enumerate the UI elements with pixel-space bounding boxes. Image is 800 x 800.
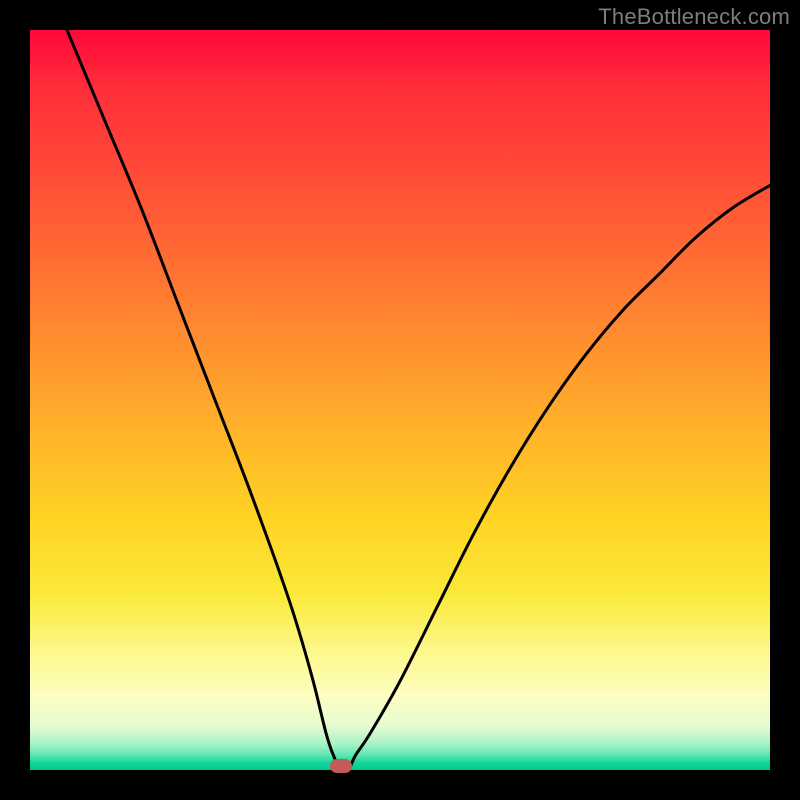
bottleneck-curve: [67, 30, 770, 770]
chart-frame: TheBottleneck.com: [0, 0, 800, 800]
watermark-label: TheBottleneck.com: [598, 4, 790, 30]
plot-area: [30, 30, 770, 770]
curve-svg: [30, 30, 770, 770]
min-marker: [330, 759, 352, 773]
